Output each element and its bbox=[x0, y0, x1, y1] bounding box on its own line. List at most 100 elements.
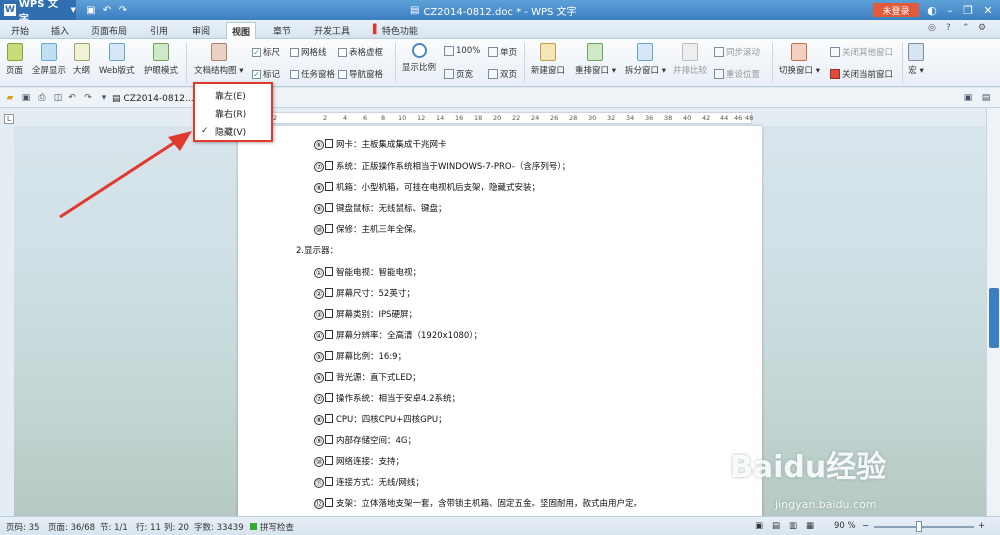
ruler-tick: 8 bbox=[381, 114, 386, 122]
outline-label: 大纲 bbox=[73, 66, 91, 76]
single-page-button[interactable]: 单页 bbox=[488, 46, 517, 58]
zoom-in-icon[interactable]: + bbox=[978, 521, 985, 531]
doc-structure-icon bbox=[210, 43, 227, 61]
gridlines-checkbox[interactable]: 网格线 bbox=[290, 46, 327, 58]
sync-scroll-button[interactable]: 同步滚动 bbox=[714, 46, 760, 58]
arrange-windows-button[interactable]: 重排窗口 ▾ bbox=[575, 43, 616, 76]
magnifier-icon bbox=[411, 43, 427, 58]
redo-icon[interactable]: ↷ bbox=[82, 92, 94, 104]
web-layout-button[interactable]: Web版式 bbox=[99, 43, 135, 76]
checkbox-glyph bbox=[325, 435, 333, 444]
zoom-slider[interactable] bbox=[874, 526, 974, 528]
zoom-slider-thumb[interactable] bbox=[916, 521, 922, 532]
status-page-number: 页码: 35 bbox=[6, 523, 40, 533]
ruler-tick: 26 bbox=[550, 114, 559, 122]
undo-icon[interactable]: ↶ bbox=[100, 3, 114, 17]
settings-icon[interactable]: ⚙ bbox=[978, 23, 986, 33]
wps-app-menu-button[interactable]: WWPS 文字▼ bbox=[0, 0, 76, 25]
undo-icon[interactable]: ↶ bbox=[66, 92, 78, 104]
page-view-button[interactable]: 页面 bbox=[6, 43, 23, 76]
page-width-button[interactable]: 页宽 bbox=[444, 68, 473, 80]
tab-stop-selector[interactable]: L bbox=[4, 114, 14, 124]
reset-position-button[interactable]: 重设位置 bbox=[714, 68, 760, 80]
login-button[interactable]: 未登录 bbox=[873, 3, 919, 17]
pin-ribbon-icon[interactable]: ⌃ bbox=[962, 23, 970, 33]
reading-mode-button[interactable]: 护眼模式 bbox=[144, 43, 178, 76]
full-screen-button[interactable]: 全屏显示 bbox=[32, 43, 66, 76]
web-status-icon[interactable]: ▦ bbox=[806, 521, 814, 531]
outline-status-icon[interactable]: ▥ bbox=[789, 521, 797, 531]
doc-structure-dropdown: 靠左(E) 靠右(R) ✓ 隐藏(V) bbox=[193, 82, 273, 142]
ruler-checkbox[interactable]: ✓ 标尺 bbox=[252, 46, 280, 58]
redo-icon[interactable]: ↷ bbox=[116, 3, 130, 17]
table-borders-checkbox[interactable]: 表格虚框 bbox=[338, 46, 383, 58]
zoom-100-button[interactable]: 100% bbox=[444, 46, 480, 56]
tab-chapter[interactable]: 章节 bbox=[268, 23, 296, 37]
vertical-scrollbar[interactable] bbox=[986, 108, 1000, 516]
doc-structure-button[interactable]: 文档结构图 ▾ bbox=[194, 43, 243, 76]
tab-references[interactable]: 引用 bbox=[145, 23, 173, 37]
scrollbar-thumb[interactable] bbox=[989, 288, 999, 348]
checkbox-glyph bbox=[325, 393, 333, 402]
list-item-text: 系统：正版操作系统相当于WINDOWS-7-PRO-（含序列号）； bbox=[336, 162, 571, 172]
page-view-status-icon[interactable]: ▣ bbox=[755, 521, 763, 531]
zoom-button[interactable]: 显示比例 bbox=[402, 43, 436, 73]
dock-left-option[interactable]: 靠左(E) bbox=[195, 87, 271, 103]
task-pane-checkbox[interactable]: 任务窗格 bbox=[290, 68, 335, 80]
close-current-window-button[interactable]: 关闭当前窗口 bbox=[830, 68, 893, 80]
minimize-icon[interactable]: – bbox=[942, 2, 958, 18]
restore-icon[interactable]: ❐ bbox=[960, 2, 976, 18]
print-icon[interactable]: ⎙ bbox=[36, 92, 48, 104]
zoom-out-icon[interactable]: − bbox=[862, 521, 869, 531]
tab-list-icon[interactable]: ▣ bbox=[962, 92, 974, 104]
horizontal-ruler[interactable]: 2 2 4 6 8 10 12 14 16 18 20 22 24 26 28 … bbox=[270, 112, 753, 124]
tab-insert[interactable]: 插入 bbox=[46, 23, 74, 37]
ruler-tick: 34 bbox=[626, 114, 635, 122]
document-page[interactable]: ⑥ 网卡：主板集成集成千兆网卡 ⑦ 系统：正版操作系统相当于WINDOWS-7-PR… bbox=[238, 126, 762, 516]
web-layout-label: Web版式 bbox=[99, 66, 135, 76]
tab-developer[interactable]: 开发工具 bbox=[309, 23, 355, 37]
tab-home[interactable]: 开始 bbox=[6, 23, 34, 37]
help-icon[interactable]: ? bbox=[946, 23, 951, 33]
full-screen-status-icon[interactable]: ▤ bbox=[772, 521, 780, 531]
hide-option[interactable]: ✓ 隐藏(V) bbox=[195, 123, 271, 139]
tab-review[interactable]: 审阅 bbox=[187, 23, 215, 37]
split-window-button[interactable]: 拆分窗口 ▾ bbox=[625, 43, 666, 76]
title-bar: WWPS 文字▼ ▣ ↶ ↷ ▤CZ2014-0812.doc * - WPS … bbox=[0, 0, 1000, 25]
nav-pane-checkbox[interactable]: 导航窗格 bbox=[338, 68, 383, 80]
document-title-tab[interactable]: ▤ CZ2014-0812.doc * - WPS 文字 bbox=[410, 2, 577, 19]
ribbon-view: 页面 全屏显示 大纲 Web版式 护眼模式 文档结构图 ▾ ✓ 标尺 网格线 表格… bbox=[0, 39, 1000, 87]
close-other-windows-button[interactable]: 关闭其他窗口 bbox=[830, 46, 893, 58]
dock-right-option[interactable]: 靠右(R) bbox=[195, 105, 271, 121]
new-window-button[interactable]: 新建窗口 bbox=[531, 43, 565, 76]
close-icon[interactable]: ✕ bbox=[980, 2, 996, 18]
tab-view[interactable]: 视图 bbox=[226, 22, 257, 39]
side-by-side-button[interactable]: 并排比较 bbox=[673, 43, 707, 76]
save-icon[interactable]: ▣ bbox=[20, 92, 32, 104]
switch-window-icon bbox=[791, 43, 808, 61]
document-tab[interactable]: ▤ CZ2014-0812... bbox=[112, 91, 194, 106]
ruler-tick: 18 bbox=[474, 114, 483, 122]
open-folder-icon[interactable]: ▰ bbox=[4, 92, 16, 104]
tab-close-icon[interactable]: ▤ bbox=[980, 92, 992, 104]
two-pages-button[interactable]: 双页 bbox=[488, 68, 517, 80]
dropdown-arrow-icon[interactable]: ▾ bbox=[98, 92, 110, 104]
zoom-100-icon bbox=[444, 46, 454, 56]
switch-window-button[interactable]: 切换窗口 ▾ bbox=[779, 43, 820, 76]
tab-page-layout[interactable]: 页面布局 bbox=[86, 23, 132, 37]
status-word-count[interactable]: 字数: 33439 bbox=[194, 521, 244, 533]
list-item-text: 网卡：主板集成集成千兆网卡 bbox=[336, 140, 447, 150]
spell-check-toggle[interactable]: 拼写检查 bbox=[250, 521, 294, 533]
print-preview-icon[interactable]: ◫ bbox=[52, 92, 64, 104]
skin-menu-icon[interactable]: ◎ bbox=[928, 23, 936, 33]
outline-button[interactable]: 大纲 bbox=[73, 43, 90, 76]
marks-checkbox[interactable]: ✓ 标记 bbox=[252, 68, 280, 80]
macro-button[interactable]: 宏 ▾ bbox=[908, 43, 924, 76]
save-icon[interactable]: ▣ bbox=[84, 3, 98, 17]
wps-logo-icon: W bbox=[4, 4, 16, 16]
skin-icon[interactable]: ◐ bbox=[924, 2, 940, 18]
zoom-level[interactable]: 90 % bbox=[834, 521, 856, 531]
tab-special-features[interactable]: ▌ 特色功能 bbox=[368, 23, 423, 37]
list-number: ⑧ bbox=[314, 415, 324, 425]
list-item: ⑥ 背光源：直下式LED； bbox=[314, 371, 421, 383]
